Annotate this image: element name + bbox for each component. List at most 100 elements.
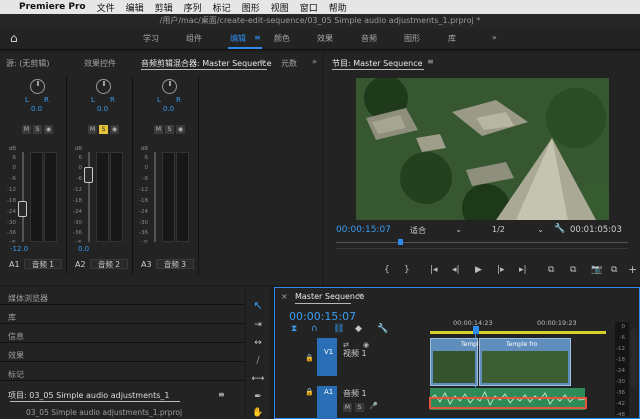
program-timecode[interactable]: 00:00:15:07 [336, 225, 391, 235]
tab-color[interactable]: 颜色 [274, 33, 290, 44]
libraries-tab[interactable]: 库 [8, 312, 16, 323]
tab-effects[interactable]: 效果 [317, 33, 333, 44]
add-marker-icon[interactable]: ◆ [355, 325, 362, 334]
volume-fader[interactable] [18, 201, 27, 217]
markers-tab[interactable]: 标记 [8, 369, 24, 380]
mixer-menu-icon[interactable]: ≡ [259, 57, 266, 66]
program-playhead[interactable] [398, 239, 403, 245]
tab-learn[interactable]: 学习 [143, 33, 159, 44]
fit-dropdown[interactable]: 适合 ⌄ [410, 225, 462, 235]
mute-button[interactable]: M [88, 125, 97, 134]
timeline-playhead[interactable] [473, 326, 479, 334]
timeline-timecode[interactable]: 00:00:15:07 [289, 310, 356, 323]
tab-effect-controls[interactable]: 效果控件 [84, 58, 116, 69]
tab-source[interactable]: 源: (无剪辑) [6, 58, 49, 69]
mute-button[interactable]: M [343, 403, 352, 412]
record-button[interactable]: ◉ [44, 125, 53, 134]
video-clip[interactable]: Temple fro [479, 338, 571, 386]
timeline-title[interactable]: Master Sequence [295, 292, 364, 301]
media-browser-tab[interactable]: 媒体浏览器 [8, 293, 48, 304]
menu-graphics[interactable]: 图形 [242, 1, 260, 14]
solo-button-active[interactable]: S [99, 125, 108, 134]
tab-assembly[interactable]: 组件 [186, 33, 202, 44]
go-to-in-button[interactable]: |◂ [430, 265, 438, 275]
timeline-menu-icon[interactable]: ≡ [357, 291, 364, 300]
effects-tab[interactable]: 效果 [8, 350, 24, 361]
menu-markers[interactable]: 标记 [213, 1, 231, 14]
pan-knob[interactable] [96, 79, 111, 94]
app-name[interactable]: Premiere Pro [19, 2, 86, 12]
solo-button[interactable]: S [165, 125, 174, 134]
resolution-dropdown[interactable]: 1/2 ⌄ [492, 225, 544, 235]
menu-edit[interactable]: 编辑 [126, 1, 144, 14]
program-zoom-bar[interactable] [336, 248, 628, 249]
home-icon[interactable]: ⌂ [10, 31, 18, 45]
pan-value[interactable]: 0.0 [31, 105, 42, 113]
project-menu-icon[interactable]: ≡ [218, 390, 225, 399]
panel-more-icon[interactable]: » [312, 57, 317, 66]
selection-tool-icon[interactable]: ↖ [251, 300, 265, 311]
wrench-icon[interactable]: 🔧 [377, 325, 388, 334]
menu-help[interactable]: 帮助 [329, 1, 347, 14]
lock-icon[interactable]: 🔒 [305, 388, 314, 396]
magnet-icon[interactable]: ∩ [311, 325, 318, 334]
video-frame[interactable] [356, 78, 609, 220]
lift-button[interactable]: ⧉ [548, 265, 554, 275]
track-select-tool-icon[interactable]: ⇥ [251, 321, 265, 330]
tab-editing-menu[interactable]: ≡ [254, 33, 261, 42]
work-area-bar[interactable] [430, 331, 606, 334]
track-v1-target[interactable] [317, 338, 337, 376]
tab-libraries[interactable]: 库 [448, 33, 456, 44]
eye-icon[interactable]: ◉ [363, 341, 369, 349]
menu-clip[interactable]: 剪辑 [155, 1, 173, 14]
comparison-view-button[interactable]: ⧉ [611, 265, 617, 275]
linked-selection-icon[interactable]: ⛓ [333, 325, 344, 334]
menu-view[interactable]: 视图 [271, 1, 289, 14]
go-to-out-button[interactable]: ▸| [519, 265, 527, 275]
fader-value[interactable]: -12.0 [10, 245, 28, 253]
project-tab[interactable]: 项目: 03_05 Simple audio adjustments_1 [8, 390, 169, 401]
fader-value[interactable]: 0.0 [78, 245, 89, 253]
tab-graphics[interactable]: 图形 [404, 33, 420, 44]
menu-sequence[interactable]: 序列 [184, 1, 202, 14]
lock-icon[interactable]: 🔒 [305, 354, 314, 362]
solo-button[interactable]: S [355, 403, 364, 412]
program-ruler[interactable] [336, 242, 628, 243]
tab-audio[interactable]: 音频 [361, 33, 377, 44]
program-menu-icon[interactable]: ≡ [427, 57, 434, 66]
snap-icon[interactable]: ⧗ [291, 325, 297, 334]
razor-tool-icon[interactable]: ⧸ [251, 357, 265, 366]
play-button[interactable]: ▶ [475, 265, 482, 275]
sync-lock-icon[interactable]: ⇄ [343, 341, 349, 349]
step-forward-button[interactable]: |▸ [497, 265, 505, 275]
solo-button[interactable]: S [33, 125, 42, 134]
step-back-button[interactable]: ◂| [452, 265, 460, 275]
info-tab[interactable]: 信息 [8, 331, 24, 342]
wrench-icon[interactable]: 🔧 [554, 224, 565, 234]
slip-tool-icon[interactable]: ⟷ [251, 375, 265, 384]
mark-out-button[interactable]: } [404, 265, 410, 275]
video-clip[interactable]: Templ [430, 338, 479, 386]
program-title[interactable]: 节目: Master Sequence [332, 58, 423, 69]
tab-editing[interactable]: 编辑 [230, 33, 246, 44]
mark-in-button[interactable]: { [384, 265, 390, 275]
mic-icon[interactable]: 🎤 [369, 402, 378, 410]
pan-value[interactable]: 0.0 [163, 105, 174, 113]
pen-tool-icon[interactable]: ✒ [251, 393, 265, 402]
menu-file[interactable]: 文件 [97, 1, 115, 14]
add-button[interactable]: + [628, 263, 637, 276]
volume-fader[interactable] [84, 167, 93, 183]
pan-value[interactable]: 0.0 [97, 105, 108, 113]
pan-knob[interactable] [162, 79, 177, 94]
tab-audio-clip-mixer[interactable]: 音频剪辑混合器: Master Sequence [141, 58, 272, 69]
extract-button[interactable]: ⧉ [570, 265, 576, 275]
timeline-scrollbar[interactable] [631, 328, 637, 388]
mute-button[interactable]: M [22, 125, 31, 134]
workspace-more-icon[interactable]: » [492, 33, 497, 42]
mute-button[interactable]: M [154, 125, 163, 134]
record-button[interactable]: ◉ [110, 125, 119, 134]
ripple-edit-tool-icon[interactable]: ↔ [251, 339, 265, 348]
camera-icon[interactable]: 📷 [591, 265, 602, 275]
hand-tool-icon[interactable]: ✋ [251, 409, 265, 418]
tab-metadata[interactable]: 元数 [281, 58, 297, 69]
